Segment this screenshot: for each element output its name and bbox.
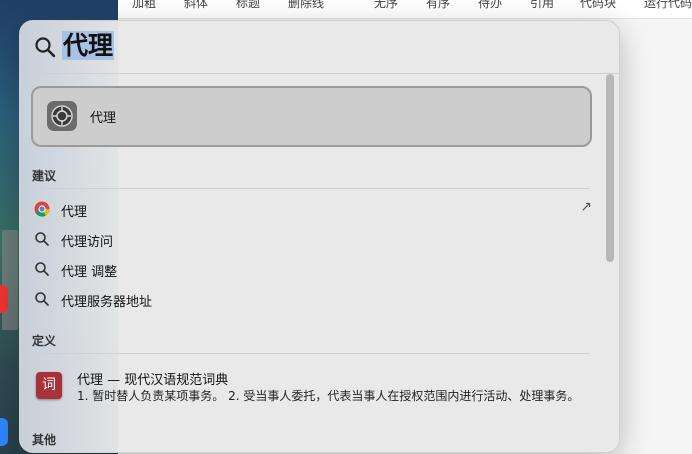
search-icon (35, 37, 56, 58)
toolbar-todo[interactable]: 待办 (478, 0, 502, 11)
toolbar-unordered-list[interactable]: 无序 (374, 0, 398, 11)
system-settings-gear-icon (47, 101, 77, 131)
search-icon (35, 262, 49, 276)
dictionary-icon: 词 (36, 372, 62, 399)
suggestion-row-chrome[interactable]: 代理 ↗ (20, 195, 600, 223)
suggestion-row[interactable]: 代理服务器地址 (20, 285, 600, 313)
toolbar-strikethrough[interactable]: 删除线 (288, 0, 324, 11)
suggestion-label: 代理服务器地址 (61, 295, 153, 310)
toolbar-quote[interactable]: 引用 (530, 0, 554, 11)
section-title-definition: 定义 (32, 334, 57, 348)
suggestion-row[interactable]: 代理访问 (20, 225, 600, 253)
top-hit-label: 代理 (90, 111, 117, 126)
toolbar-italic[interactable]: 斜体 (184, 0, 208, 11)
suggestions-divider (32, 188, 590, 189)
search-divider (20, 73, 619, 74)
suggestion-label: 代理 调整 (61, 265, 118, 280)
background-window-thumbnail (2, 230, 18, 330)
dock-app-icon-blue[interactable] (0, 418, 8, 446)
search-query-selection: 代理 (62, 31, 115, 60)
dock-app-icon-red[interactable] (0, 285, 8, 313)
search-input[interactable]: 代理 (62, 30, 115, 62)
search-icon (35, 232, 49, 246)
suggestion-label: 代理 (61, 205, 88, 220)
definition-divider (32, 353, 590, 354)
chrome-icon (34, 201, 50, 217)
open-arrow-icon[interactable]: ↗ (580, 199, 592, 215)
search-bar[interactable]: 代理 (20, 21, 619, 73)
search-icon (35, 292, 49, 306)
section-title-other: 其他 (32, 433, 57, 447)
background-editor-toolbar: 加粗 斜体 标题 删除线 无序 有序 待办 引用 代码块 运行代码 (118, 0, 692, 19)
suggestion-row[interactable]: 代理 调整 (20, 255, 600, 283)
definition-text: 1. 暂时替人负责某项事务。 2. 受当事人委托，代表当事人在授权范围内进行活动… (77, 389, 580, 403)
top-hit-result[interactable]: 代理 (31, 86, 592, 147)
toolbar-heading[interactable]: 标题 (236, 0, 260, 11)
toolbar-code-block[interactable]: 代码块 (580, 0, 616, 11)
section-title-suggestions: 建议 (32, 169, 57, 183)
definition-title[interactable]: 代理 — 现代汉语规范词典 (77, 369, 228, 388)
results-scrollbar[interactable] (606, 74, 614, 262)
toolbar-bold[interactable]: 加粗 (132, 0, 156, 11)
suggestion-label: 代理访问 (61, 235, 114, 250)
toolbar-run-code[interactable]: 运行代码 (644, 0, 692, 11)
spotlight-panel: 代理 代理 建议 代理 ↗ 代理访问 代理 调整 代理服务器地址 定义 词 代理… (19, 20, 620, 453)
toolbar-ordered-list[interactable]: 有序 (426, 0, 450, 11)
